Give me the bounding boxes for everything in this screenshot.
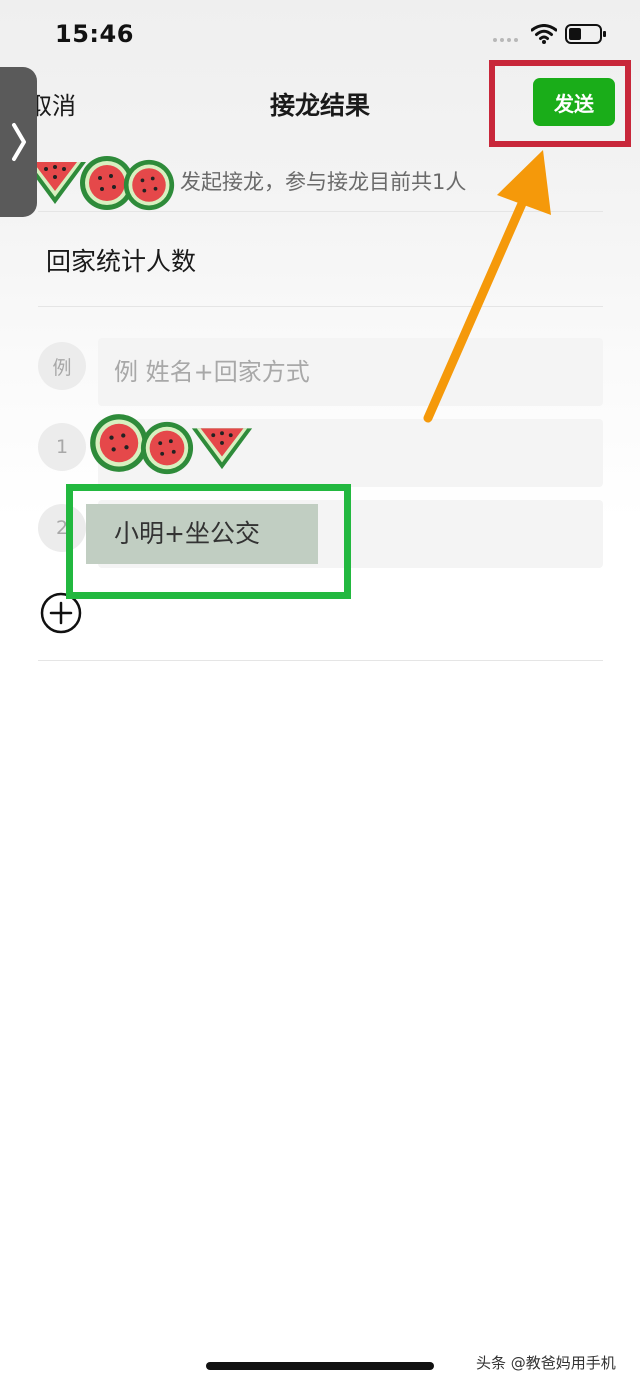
wifi-icon — [531, 24, 557, 44]
battery-icon — [565, 24, 606, 44]
example-badge: 例 — [38, 342, 86, 390]
example-input[interactable] — [98, 338, 603, 406]
status-time: 15:46 — [55, 20, 134, 48]
annotation-green-box — [66, 484, 351, 599]
avatar-sticker — [20, 142, 185, 212]
solitaire-subject[interactable]: 回家统计人数 — [46, 242, 196, 278]
watermark: 头条 @教爸妈用手机 — [476, 1354, 616, 1372]
divider — [38, 660, 603, 661]
annotation-red-box — [489, 60, 631, 147]
initiator-row: 发起接龙，参与接龙目前共1人 — [0, 140, 640, 212]
signal-icon — [493, 38, 518, 42]
divider — [38, 306, 603, 307]
watermelon-icon — [123, 159, 175, 211]
divider — [38, 211, 603, 212]
entry-sticker — [88, 408, 258, 478]
entry-index-badge: 1 — [38, 423, 86, 471]
watermelon-icon — [191, 428, 253, 470]
chevron-right-icon — [11, 123, 26, 161]
initiator-summary: 发起接龙，参与接龙目前共1人 — [180, 170, 467, 194]
side-drawer-handle[interactable] — [0, 67, 37, 217]
home-indicator — [206, 1362, 434, 1370]
